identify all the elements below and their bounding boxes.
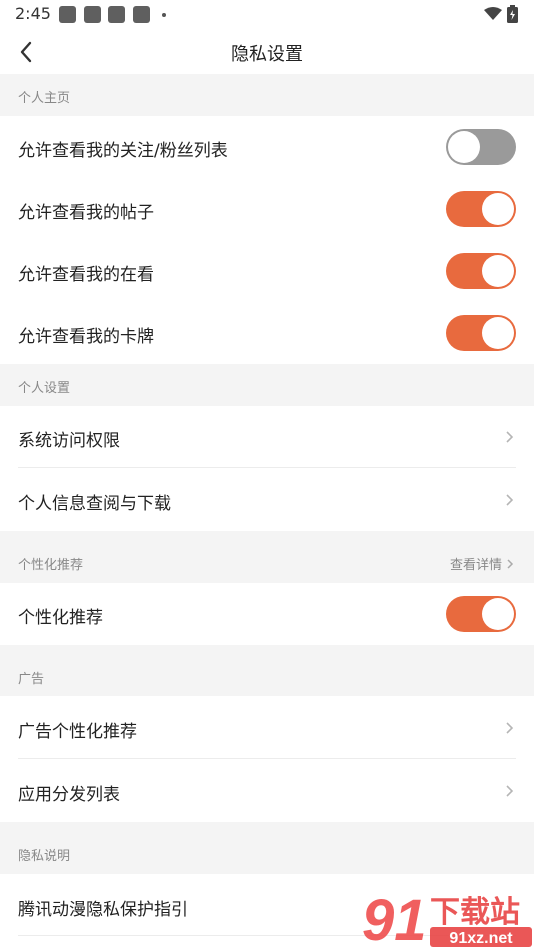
- cards-toggle[interactable]: [446, 315, 516, 351]
- setting-row-app-distribution[interactable]: 应用分发列表: [0, 759, 534, 822]
- setting-label: 个性化推荐: [18, 608, 103, 628]
- view-details-link[interactable]: 查看详情: [450, 554, 514, 573]
- section-title: 广告: [18, 672, 45, 687]
- setting-row-follow-list: 允许查看我的关注/粉丝列表: [0, 116, 534, 178]
- notification-icon: [133, 6, 150, 23]
- toggle-knob: [482, 598, 514, 630]
- section-header-ads: 广告: [0, 645, 534, 696]
- setting-label: 允许查看我的在看: [18, 265, 154, 285]
- setting-label: 允许查看我的卡牌: [18, 327, 154, 347]
- setting-label: 系统访问权限: [18, 431, 120, 451]
- page-title: 隐私设置: [231, 44, 303, 65]
- battery-icon: [507, 5, 518, 23]
- section-title: 个性化推荐: [18, 558, 84, 573]
- chevron-right-icon: [507, 558, 514, 569]
- setting-label: 允许查看我的帖子: [18, 203, 154, 223]
- status-time: 2:45: [15, 4, 51, 23]
- personalized-toggle[interactable]: [446, 596, 516, 632]
- setting-row-watching: 允许查看我的在看: [0, 240, 534, 302]
- setting-label: 允许查看我的关注/粉丝列表: [18, 141, 228, 161]
- section-header-profile: 个人主页: [0, 74, 534, 116]
- status-bar: 2:45: [0, 0, 534, 30]
- setting-row-cards: 允许查看我的卡牌: [0, 302, 534, 364]
- section-header-personal: 个人设置: [0, 364, 534, 406]
- setting-row-ad-personalized[interactable]: 广告个性化推荐: [0, 696, 534, 759]
- watching-toggle[interactable]: [446, 253, 516, 289]
- setting-row-personalized: 个性化推荐: [0, 583, 534, 645]
- watermark-number: 91: [362, 888, 427, 950]
- more-notifications-dot: [162, 13, 166, 17]
- notification-icon: [84, 6, 101, 23]
- section-header-privacy: 隐私说明: [0, 822, 534, 874]
- watermark-url: 91xz.net: [449, 930, 513, 947]
- chevron-right-icon: [506, 722, 514, 734]
- setting-label: 个人信息查阅与下载: [18, 494, 171, 514]
- setting-label: 广告个性化推荐: [18, 722, 137, 742]
- section-header-recommend: 个性化推荐 查看详情: [0, 531, 534, 583]
- wifi-icon: [484, 7, 502, 20]
- toggle-knob: [482, 193, 514, 225]
- section-title: 个人设置: [18, 381, 71, 396]
- toggle-knob: [448, 131, 480, 163]
- posts-toggle[interactable]: [446, 191, 516, 227]
- setting-row-personal-info[interactable]: 个人信息查阅与下载: [0, 468, 534, 531]
- setting-row-system-access[interactable]: 系统访问权限: [0, 406, 534, 468]
- setting-label: 应用分发列表: [18, 785, 120, 805]
- chevron-right-icon: [506, 494, 514, 506]
- top-nav-bar: 隐私设置: [0, 30, 534, 74]
- chevron-right-icon: [506, 785, 514, 797]
- section-title: 个人主页: [18, 91, 71, 106]
- notification-icon: [59, 6, 76, 23]
- chevron-right-icon: [506, 431, 514, 443]
- view-details-label: 查看详情: [449, 558, 502, 573]
- setting-label: 腾讯动漫隐私保护指引: [18, 900, 188, 920]
- toggle-knob: [482, 255, 514, 287]
- setting-row-posts: 允许查看我的帖子: [0, 178, 534, 240]
- watermark-logo: 91 下载站 91xz.net: [362, 888, 532, 950]
- follow-list-toggle[interactable]: [446, 129, 516, 165]
- notification-icon: [108, 6, 125, 23]
- section-title: 隐私说明: [18, 849, 71, 864]
- watermark-cn: 下载站: [430, 895, 520, 930]
- toggle-knob: [482, 317, 514, 349]
